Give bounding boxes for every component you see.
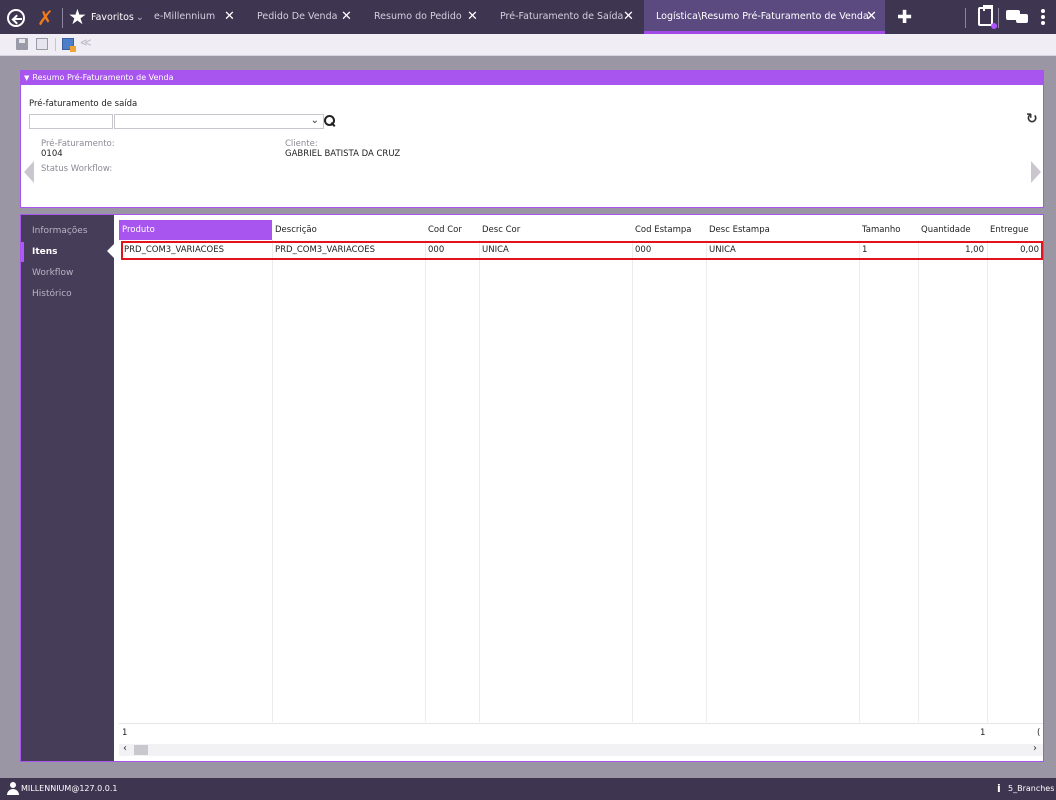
prefat-code-input[interactable] bbox=[29, 114, 113, 129]
divider bbox=[55, 38, 56, 51]
column-divider bbox=[425, 240, 426, 722]
column-divider bbox=[859, 240, 860, 722]
sidebar-item-label: Informações bbox=[32, 226, 88, 236]
sidebar-item-historico[interactable]: Histórico bbox=[21, 284, 114, 304]
sidebar: Informações Itens Workflow Histórico bbox=[21, 215, 115, 761]
column-header-quantidade[interactable]: Quantidade bbox=[918, 220, 987, 240]
column-header-desc-estampa[interactable]: Desc Estampa bbox=[706, 220, 859, 240]
status-workflow-label: Status Workflow: bbox=[41, 164, 113, 174]
close-icon[interactable]: ✕ bbox=[341, 0, 352, 34]
chat-bubble-icon bbox=[1016, 14, 1028, 23]
selected-row-highlight bbox=[121, 241, 1043, 260]
horizontal-scrollbar[interactable]: ‹ › bbox=[119, 743, 1043, 756]
next-arrow-icon[interactable] bbox=[1031, 161, 1041, 183]
new-tab-plus-icon[interactable]: ✚ bbox=[897, 9, 912, 27]
tab-e-millennium[interactable]: e-Millennium ✕ bbox=[154, 0, 244, 34]
column-header-produto[interactable]: Produto bbox=[119, 220, 272, 240]
sidebar-item-workflow[interactable]: Workflow bbox=[21, 263, 114, 283]
tab-pre-faturamento-de-saida[interactable]: Pré-Faturamento de Saída ✕ bbox=[500, 0, 640, 34]
divider bbox=[62, 8, 63, 28]
column-divider bbox=[479, 240, 480, 722]
tab-pedido-de-venda[interactable]: Pedido De Venda ✕ bbox=[257, 0, 361, 34]
column-header-entregue[interactable]: Entregue bbox=[987, 220, 1043, 240]
tab-label: Resumo do Pedido bbox=[374, 11, 462, 22]
copy-icon[interactable] bbox=[36, 38, 48, 50]
divider bbox=[965, 8, 966, 28]
prefat-select[interactable]: ⌄ bbox=[114, 114, 324, 129]
divider bbox=[998, 8, 999, 28]
more-menu-icon[interactable] bbox=[1041, 9, 1045, 27]
active-pointer bbox=[107, 243, 115, 259]
summary-panel: ▼ Resumo Pré-Faturamento de Venda Pré-fat… bbox=[20, 70, 1044, 208]
star-icon[interactable]: ★ bbox=[68, 6, 87, 28]
panel-title: Resumo Pré-Faturamento de Venda bbox=[32, 73, 174, 82]
footer-entregue-total: ( bbox=[1037, 728, 1041, 738]
scroll-right-icon[interactable]: › bbox=[1033, 743, 1037, 754]
favorites-menu[interactable]: Favoritos ⌄ bbox=[91, 12, 144, 23]
favorites-label: Favoritos bbox=[91, 12, 134, 23]
column-header-tamanho[interactable]: Tamanho bbox=[859, 220, 918, 240]
sidebar-item-label: Workflow bbox=[32, 268, 74, 278]
user-name: MILLENNIUM@127.0.0.1 bbox=[21, 784, 118, 793]
status-bar: MILLENNIUM@127.0.0.1 i 5_Branches bbox=[0, 778, 1056, 800]
prefat-field-value: 0104 bbox=[41, 149, 63, 159]
items-grid: Produto Descrição Cod Cor Desc Cor Cod E… bbox=[119, 220, 1043, 760]
footer-row-count: 1 bbox=[122, 728, 128, 738]
tab-resumo-do-pedido[interactable]: Resumo do Pedido ✕ bbox=[374, 0, 486, 34]
close-icon[interactable]: ✕ bbox=[224, 0, 235, 34]
column-divider bbox=[632, 240, 633, 722]
grid-export-icon[interactable] bbox=[62, 38, 76, 52]
footer-quantity-total: 1 bbox=[980, 728, 986, 738]
column-divider bbox=[987, 240, 988, 722]
refresh-icon[interactable]: ↻ bbox=[1026, 111, 1038, 127]
clipboard-icon[interactable] bbox=[978, 5, 997, 29]
tab-label: Pedido De Venda bbox=[257, 11, 338, 22]
prefat-field-label: Pré-Faturamento: bbox=[41, 139, 115, 149]
chevron-down-icon: ⌄ bbox=[135, 12, 144, 23]
scroll-left-icon[interactable]: ‹ bbox=[123, 743, 127, 754]
close-icon[interactable]: ✕ bbox=[623, 0, 634, 34]
close-icon[interactable]: ✕ bbox=[866, 0, 877, 34]
cliente-label: Cliente: bbox=[285, 139, 318, 149]
scroll-thumb[interactable] bbox=[134, 745, 148, 755]
cliente-value: GABRIEL BATISTA DA CRUZ bbox=[285, 149, 401, 159]
sidebar-item-itens[interactable]: Itens bbox=[21, 242, 114, 262]
millennium-logo-icon[interactable]: ✗ bbox=[37, 8, 54, 28]
prefat-label: Pré-faturamento de saída bbox=[29, 99, 138, 109]
prev-arrow-icon[interactable] bbox=[24, 161, 34, 183]
tab-label: Logística\Resumo Pré-Faturamento de Vend… bbox=[656, 11, 869, 22]
column-header-descricao[interactable]: Descrição bbox=[272, 220, 425, 240]
column-header-cod-estampa[interactable]: Cod Estampa bbox=[632, 220, 706, 240]
footer-divider bbox=[119, 723, 1043, 724]
user-icon bbox=[7, 782, 19, 795]
column-header-cod-cor[interactable]: Cod Cor bbox=[425, 220, 479, 240]
info-icon[interactable]: i bbox=[997, 778, 1001, 800]
back-icon[interactable] bbox=[7, 9, 25, 27]
share-icon[interactable]: ≪ bbox=[80, 36, 92, 49]
branch-label[interactable]: 5_Branches bbox=[1008, 778, 1054, 800]
chevron-down-icon: ⌄ bbox=[310, 115, 319, 126]
tab-label: e-Millennium bbox=[154, 11, 216, 22]
detail-area: Informações Itens Workflow Histórico Pro… bbox=[20, 214, 1044, 762]
tab-label: Pré-Faturamento de Saída bbox=[500, 11, 624, 22]
sidebar-item-informacoes[interactable]: Informações bbox=[21, 221, 114, 241]
column-divider bbox=[918, 240, 919, 722]
tab-resumo-pre-faturamento-de-venda[interactable]: Logística\Resumo Pré-Faturamento de Vend… bbox=[644, 0, 885, 34]
sidebar-item-label: Itens bbox=[32, 247, 58, 257]
close-icon[interactable]: ✕ bbox=[467, 0, 478, 34]
search-icon[interactable] bbox=[323, 114, 336, 127]
column-divider bbox=[272, 240, 273, 722]
column-header-desc-cor[interactable]: Desc Cor bbox=[479, 220, 632, 240]
caret-down-icon: ▼ bbox=[24, 74, 30, 82]
column-divider bbox=[706, 240, 707, 722]
notification-dot bbox=[991, 23, 997, 29]
panel-header[interactable]: ▼ Resumo Pré-Faturamento de Venda bbox=[21, 71, 1043, 85]
save-icon[interactable] bbox=[16, 38, 28, 50]
top-tab-bar: ✗ ★ Favoritos ⌄ e-Millennium ✕ Pedido De … bbox=[0, 0, 1056, 34]
toolbar: ≪ bbox=[0, 34, 1056, 56]
sidebar-item-label: Histórico bbox=[32, 289, 72, 299]
